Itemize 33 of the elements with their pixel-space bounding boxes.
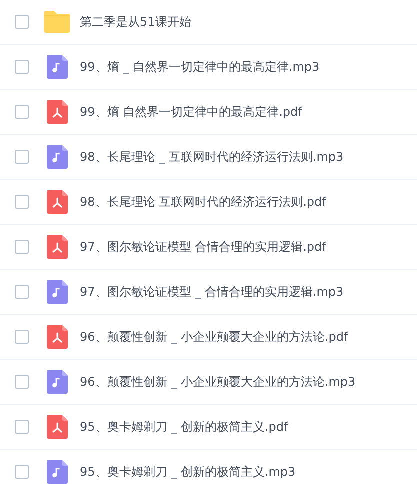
file-name[interactable]: 96、颠覆性创新 _ 小企业颠覆大企业的方法论.mp3 — [80, 373, 356, 391]
checkbox[interactable] — [15, 60, 29, 74]
pdf-file-icon — [46, 190, 68, 214]
pdf-file-icon — [46, 415, 68, 439]
folder-icon — [44, 11, 70, 33]
checkbox[interactable] — [15, 240, 29, 254]
checkbox[interactable] — [15, 285, 29, 299]
file-name[interactable]: 98、长尾理论 互联网时代的经济运行法则.pdf — [80, 193, 326, 211]
music-file-icon — [46, 370, 68, 394]
checkbox[interactable] — [15, 420, 29, 434]
file-name[interactable]: 98、长尾理论 _ 互联网时代的经济运行法则.mp3 — [80, 148, 344, 166]
checkbox[interactable] — [15, 15, 29, 29]
file-name[interactable]: 99、熵 _ 自然界一切定律中的最高定律.mp3 — [80, 58, 320, 76]
checkbox[interactable] — [15, 465, 29, 479]
checkbox[interactable] — [15, 330, 29, 344]
file-name[interactable]: 97、图尔敏论证模型 合情合理的实用逻辑.pdf — [80, 238, 326, 256]
checkbox[interactable] — [15, 375, 29, 389]
file-name[interactable]: 95、奥卡姆剃刀 _ 创新的极简主义.pdf — [80, 418, 288, 436]
music-file-icon — [46, 460, 68, 484]
checkbox[interactable] — [15, 105, 29, 119]
pdf-file-icon — [46, 100, 68, 124]
file-name[interactable]: 95、奥卡姆剃刀 _ 创新的极简主义.mp3 — [80, 463, 296, 481]
music-file-icon — [46, 55, 68, 79]
file-name[interactable]: 第二季是从51课开始 — [80, 13, 192, 31]
music-file-icon — [46, 280, 68, 304]
pdf-file-icon — [46, 325, 68, 349]
file-name[interactable]: 97、图尔敏论证模型 _ 合情合理的实用逻辑.mp3 — [80, 283, 344, 301]
file-name[interactable]: 96、颠覆性创新 _ 小企业颠覆大企业的方法论.pdf — [80, 328, 348, 346]
file-name[interactable]: 99、熵 自然界一切定律中的最高定律.pdf — [80, 103, 302, 121]
checkbox[interactable] — [15, 150, 29, 164]
checkbox[interactable] — [15, 195, 29, 209]
music-file-icon — [46, 145, 68, 169]
pdf-file-icon — [46, 235, 68, 259]
